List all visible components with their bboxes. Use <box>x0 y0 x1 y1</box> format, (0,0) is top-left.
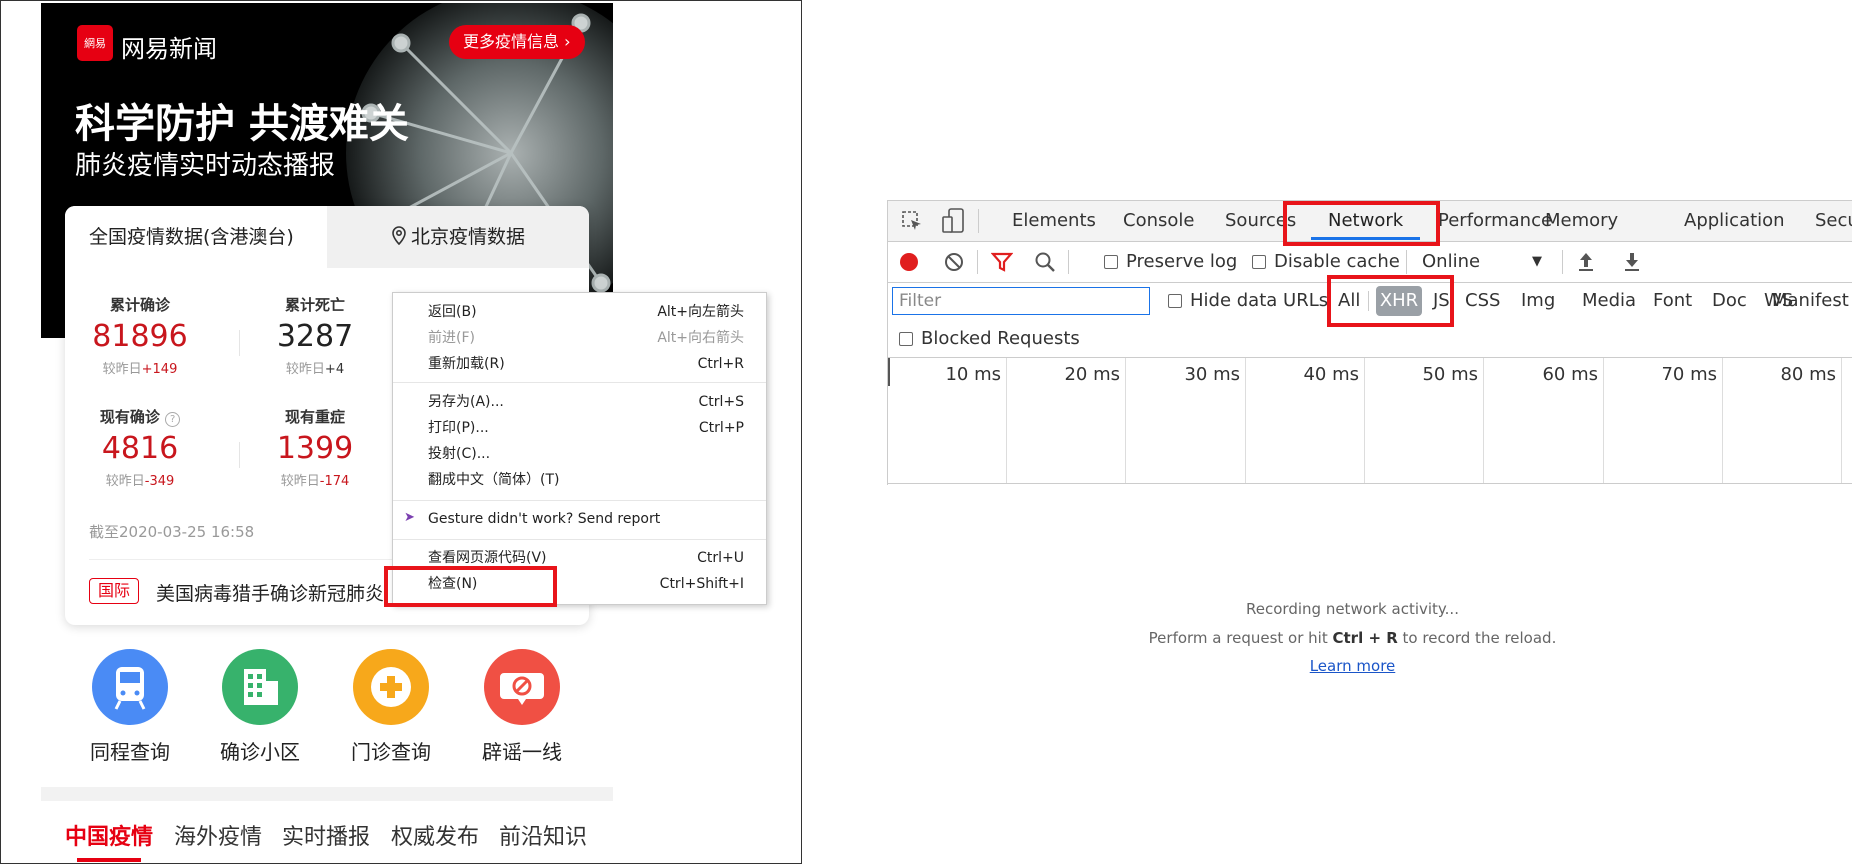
timeline-tick-80: 80 ms <box>1780 364 1836 385</box>
location-pin-icon <box>392 226 406 246</box>
menu-item-translate[interactable]: 翻成中文（简体）(T) <box>428 467 744 493</box>
export-har-icon[interactable] <box>1622 251 1642 273</box>
stat-current-severe: 现有重症 1399 较昨日-174 <box>276 408 354 489</box>
filter-type-doc[interactable]: Doc <box>1712 283 1747 319</box>
dropdown-arrow-icon: ▼ <box>1532 254 1542 269</box>
service-label-community[interactable]: 确诊小区 <box>200 736 320 765</box>
news-tag: 国际 <box>89 578 140 604</box>
timeline-tick-20: 20 ms <box>1064 364 1120 385</box>
building-icon[interactable] <box>222 649 298 725</box>
stat-total-deaths: 累计死亡 3287 较昨日+4 <box>276 296 354 377</box>
news-page-screenshot: 網易 网易新闻 更多疫情信息 › 科学防护 共渡难关 肺炎疫情实时动态播报 全国… <box>0 0 802 864</box>
netease-logo-text: 网易新闻 <box>121 35 217 63</box>
tab-memory[interactable]: Memory <box>1545 201 1618 241</box>
more-epidemic-info-button[interactable]: 更多疫情信息 › <box>449 25 585 59</box>
menu-item-save-as[interactable]: 另存为(A)... Ctrl+S <box>428 389 744 415</box>
tab-china-epidemic[interactable]: 中国疫情 <box>65 819 153 851</box>
record-icon[interactable] <box>899 252 919 272</box>
tab-frontier-knowledge[interactable]: 前沿知识 <box>499 819 587 851</box>
xhr-filter-highlight-box <box>1327 275 1454 327</box>
filter-type-media[interactable]: Media <box>1582 283 1636 319</box>
filter-type-font[interactable]: Font <box>1653 283 1692 319</box>
service-label-clinic[interactable]: 门诊查询 <box>331 736 451 765</box>
menu-item-reload[interactable]: 重新加载(R) Ctrl+R <box>428 351 744 377</box>
banner-subheadline: 肺炎疫情实时动态播报 <box>75 151 336 181</box>
netease-logo-icon: 網易 <box>77 25 113 61</box>
inspect-highlight-box <box>384 566 557 607</box>
timeline-tick-30: 30 ms <box>1184 364 1240 385</box>
search-icon[interactable] <box>1034 251 1056 273</box>
medical-cross-icon[interactable] <box>353 649 429 725</box>
hide-data-urls-checkbox[interactable]: Hide data URLs <box>1168 283 1328 319</box>
tab-overseas-epidemic[interactable]: 海外疫情 <box>174 819 262 851</box>
help-icon[interactable]: ? <box>165 412 181 427</box>
timeline-overview: 10 ms 20 ms 30 ms 40 ms 50 ms 60 ms 70 m… <box>888 358 1852 484</box>
filter-icon[interactable] <box>991 252 1013 272</box>
stat-total-confirmed: 累计确诊 81896 较昨日+149 <box>92 296 188 377</box>
reload-hint: Perform a request or hit Ctrl + R to rec… <box>1148 629 1557 647</box>
recording-status: Recording network activity... <box>1246 600 1459 618</box>
menu-item-gesture-report[interactable]: Gesture didn't work? Send report <box>428 506 744 532</box>
inspect-element-icon[interactable] <box>901 210 923 232</box>
tab-performance[interactable]: Performance <box>1438 201 1552 241</box>
tab-elements[interactable]: Elements <box>1012 201 1096 241</box>
preserve-log-checkbox[interactable]: Preserve log <box>1104 244 1237 280</box>
import-har-icon[interactable] <box>1576 251 1596 273</box>
tab-live-updates[interactable]: 实时播报 <box>282 819 370 851</box>
timeline-tick-50: 50 ms <box>1422 364 1478 385</box>
browser-context-menu: 返回(B) Alt+向左箭头 前进(F) Alt+向右箭头 重新加载(R) Ctrl+… <box>392 292 767 605</box>
as-of-time: 截至2020-03-25 16:58 <box>89 523 255 541</box>
filter-type-css[interactable]: CSS <box>1465 283 1500 319</box>
chevron-right-icon: › <box>564 32 571 51</box>
rumor-block-icon[interactable] <box>484 649 560 725</box>
network-tab-highlight-box <box>1283 201 1440 246</box>
menu-item-forward[interactable]: 前进(F) Alt+向右箭头 <box>428 325 744 351</box>
service-label-rumor[interactable]: 辟谣一线 <box>462 736 582 765</box>
active-tab-indicator <box>77 858 141 862</box>
timeline-tick-70: 70 ms <box>1661 364 1717 385</box>
tab-national-data[interactable]: 全国疫情数据(含港澳台) <box>65 206 327 268</box>
timeline-tick-40: 40 ms <box>1303 364 1359 385</box>
filter-type-img[interactable]: Img <box>1521 283 1555 319</box>
news-headline-link[interactable]: 美国病毒猎手确诊新冠肺炎 <box>156 579 384 606</box>
blocked-requests-checkbox[interactable]: Blocked Requests <box>899 321 1080 357</box>
banner-headline: 科学防护 共渡难关 <box>75 101 409 147</box>
timeline-tick-60: 60 ms <box>1542 364 1598 385</box>
menu-item-cast[interactable]: 投射(C)... <box>428 441 744 467</box>
clear-icon[interactable] <box>944 252 964 272</box>
timeline-tick-10: 10 ms <box>945 364 1001 385</box>
device-toolbar-icon[interactable] <box>941 208 965 234</box>
tab-security[interactable]: Secu <box>1815 201 1852 241</box>
menu-item-print[interactable]: 打印(P)... Ctrl+P <box>428 415 744 441</box>
tab-application[interactable]: Application <box>1684 201 1785 241</box>
tab-console[interactable]: Console <box>1123 201 1194 241</box>
menu-item-back[interactable]: 返回(B) Alt+向左箭头 <box>428 299 744 325</box>
gesture-icon: ➤ <box>404 510 415 525</box>
stat-current-confirmed: 现有确诊 ? 4816 较昨日-349 <box>99 408 181 489</box>
service-label-itinerary[interactable]: 同程查询 <box>70 736 190 765</box>
tab-beijing-data[interactable]: 北京疫情数据 <box>327 206 589 268</box>
train-icon[interactable] <box>92 649 168 725</box>
filter-input[interactable]: Filter <box>892 287 1150 315</box>
learn-more-link[interactable]: Learn more <box>1100 657 1605 675</box>
tab-official-release[interactable]: 权威发布 <box>391 819 479 851</box>
